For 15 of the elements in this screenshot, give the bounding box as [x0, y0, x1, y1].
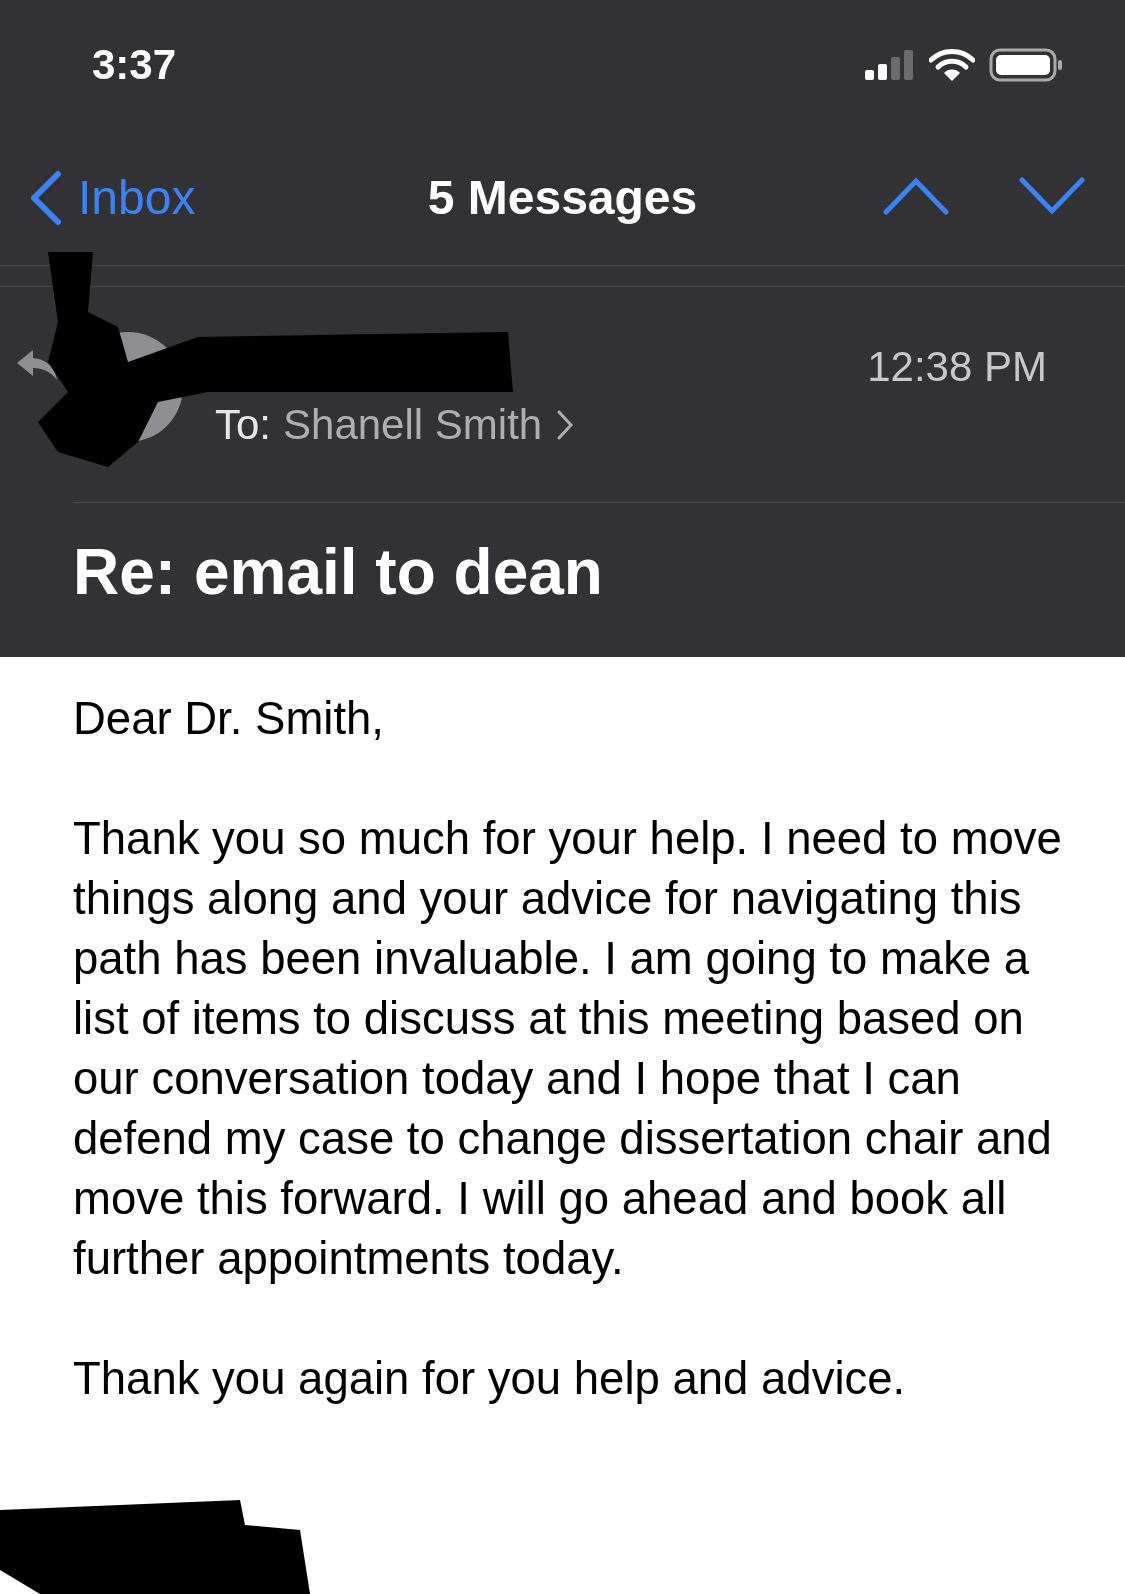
back-button[interactable]: Inbox — [28, 169, 196, 226]
chevron-right-icon — [556, 409, 575, 441]
signal-icon — [865, 50, 915, 80]
to-label: To: — [215, 401, 272, 449]
back-chevron-icon — [28, 169, 64, 226]
recipient-link[interactable]: Shanell Smith — [283, 401, 575, 449]
status-time: 3:37 — [92, 41, 177, 89]
email-paragraph: Thank you so much for your help. I need to move things along and your advice for navigating this path has been invaluable. I am going to make a list of items to discuss at this meeting based on our conversation today and I hope that I can defend my case to change dissertation chair and move this forward. I will go ahead and book all further appointments today. — [73, 812, 1063, 1286]
message-time: 12:38 PM — [867, 343, 1047, 391]
email-subject: Re: email to dean — [72, 535, 604, 610]
email-paragraph: Dear Dr. Smith, — [73, 692, 385, 746]
nav-title: 5 Messages — [427, 171, 698, 224]
wifi-icon — [929, 48, 975, 82]
email-paragraph: Thank you again for you help and advice. — [73, 1352, 907, 1406]
battery-icon — [989, 48, 1063, 82]
